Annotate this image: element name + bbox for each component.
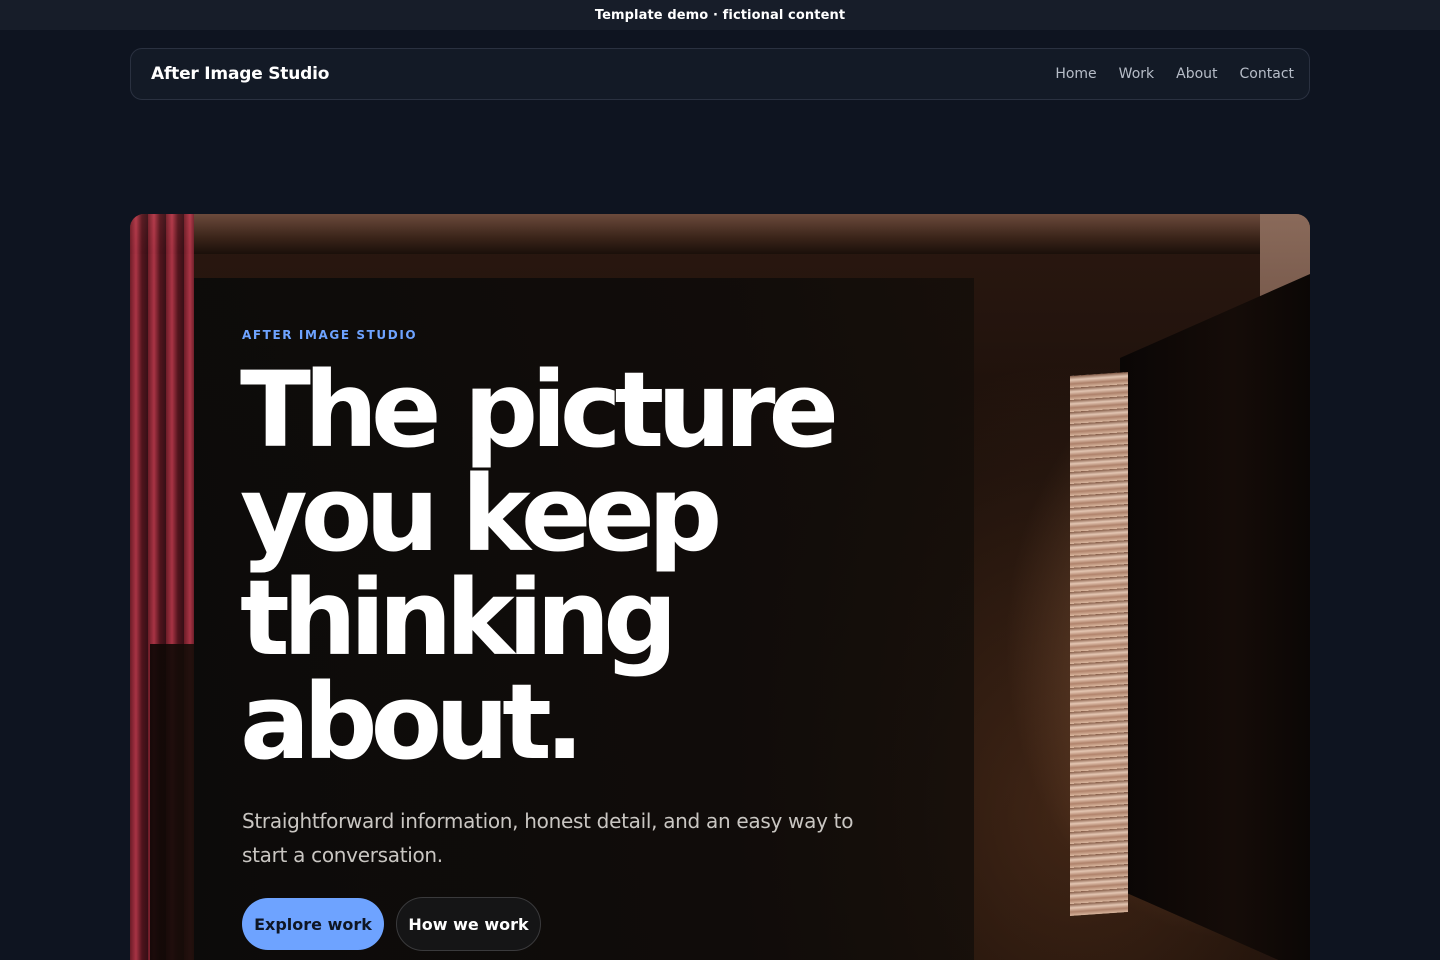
- headline-line: thinking: [240, 557, 678, 679]
- nav-link-work[interactable]: Work: [1097, 66, 1154, 82]
- hero-subtext: Straightforward information, honest deta…: [242, 809, 854, 867]
- headline-line: about.: [240, 661, 584, 783]
- softbox-light: [1070, 371, 1128, 917]
- how-we-work-button[interactable]: How we work: [396, 897, 541, 951]
- hero-eyebrow: AFTER IMAGE STUDIO: [242, 328, 418, 342]
- nav-link-home[interactable]: Home: [1033, 66, 1096, 82]
- main-nav: Home Work About Contact: [1033, 66, 1294, 82]
- softbox-body: [1120, 274, 1310, 960]
- headline-line: The picture: [240, 349, 839, 471]
- demo-banner: Template demo · fictional content: [0, 0, 1440, 30]
- nav-link-about[interactable]: About: [1154, 66, 1217, 82]
- site-header: After Image Studio Home Work About Conta…: [130, 48, 1310, 100]
- demo-banner-text: Template demo · fictional content: [594, 7, 846, 23]
- nav-link-contact[interactable]: Contact: [1218, 66, 1294, 82]
- hero-headline: The picture you keep thinking about.: [240, 358, 940, 774]
- brand-logo[interactable]: After Image Studio: [151, 64, 329, 84]
- explore-work-button[interactable]: Explore work: [242, 898, 384, 950]
- studio-ceiling: [130, 214, 1310, 254]
- headline-line: you keep: [240, 453, 722, 575]
